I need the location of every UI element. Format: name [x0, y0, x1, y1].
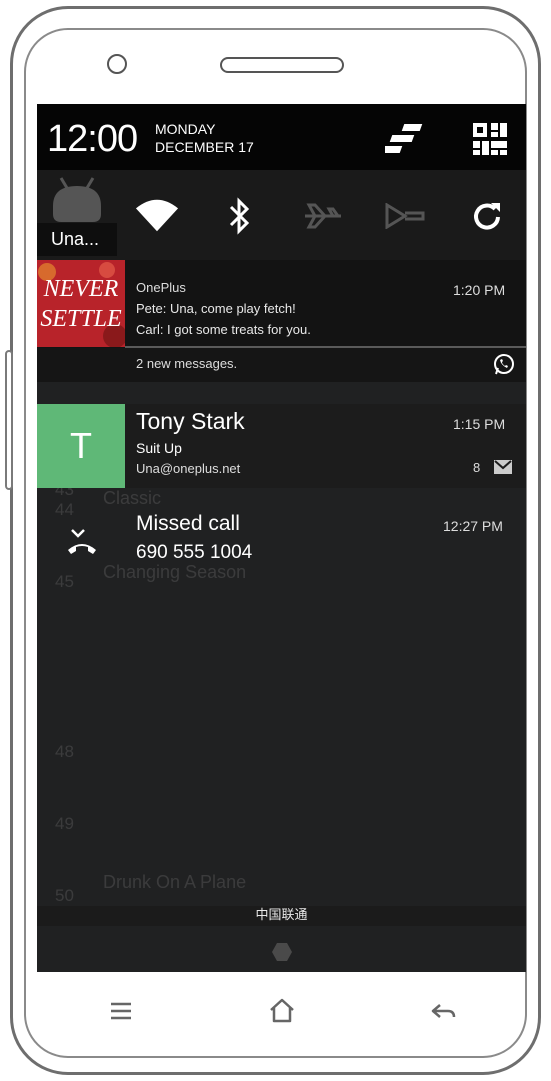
grid-icon[interactable] [472, 122, 508, 156]
message-line-2: Carl: I got some treats for you. [136, 322, 311, 337]
whatsapp-icon [493, 353, 515, 375]
missed-call-icon [65, 526, 99, 558]
email-account: Una@oneplus.net [136, 461, 241, 476]
android-avatar-icon[interactable] [51, 176, 103, 226]
bluetooth-icon[interactable] [218, 194, 262, 238]
data-icon[interactable] [383, 194, 427, 238]
status-bar: 12:00 MONDAY DECEMBER 17 [37, 104, 526, 170]
track-number: 49 [55, 814, 74, 833]
image-text-settle: SETTLE [40, 306, 122, 332]
date-label: DECEMBER 17 [155, 139, 254, 155]
home-icon[interactable] [267, 996, 297, 1026]
back-icon[interactable] [428, 996, 458, 1026]
screen: 43 44 Classic 45 Changing Season 48 49 5… [37, 104, 526, 972]
missed-call-notification[interactable]: Missed call 690 555 1004 12:27 PM [37, 504, 526, 584]
user-badge[interactable]: Una... [37, 223, 117, 256]
list-item: 49 [37, 804, 526, 874]
rotate-icon[interactable] [465, 194, 509, 238]
email-subject: Suit Up [136, 440, 182, 456]
track-number: 50 [55, 886, 74, 905]
message-summary: 2 new messages. [136, 356, 238, 371]
message-notification[interactable]: NEVER SETTLE OnePlus Pete: Una, come pla… [37, 260, 526, 348]
track-title: Drunk On A Plane [103, 872, 247, 892]
message-summary-row[interactable]: 2 new messages. [37, 348, 526, 382]
wifi-icon[interactable] [135, 194, 179, 238]
front-camera [107, 54, 127, 74]
message-line-1: Pete: Una, come play fetch! [136, 301, 296, 316]
side-button[interactable] [5, 350, 13, 490]
avatar: T [37, 404, 125, 488]
notification-time: 12:27 PM [443, 518, 503, 534]
drag-handle-icon[interactable] [271, 942, 293, 962]
carrier-label: 中国联通 [37, 906, 526, 926]
list-item: 48 [37, 734, 526, 804]
unread-count: 8 [473, 460, 481, 475]
never-settle-image: NEVER SETTLE [37, 260, 125, 347]
clock: 12:00 [47, 118, 138, 160]
missed-call-title: Missed call [136, 512, 240, 535]
missed-call-number: 690 555 1004 [136, 542, 253, 563]
notification-app-name: OnePlus [136, 280, 186, 295]
notification-time: 1:15 PM [453, 416, 506, 432]
email-notification[interactable]: T Tony Stark Suit Up Una@oneplus.net 1:1… [37, 404, 526, 488]
weekday-label: MONDAY [155, 121, 216, 137]
earpiece-speaker [220, 57, 344, 73]
track-number: 48 [55, 742, 74, 761]
email-sender: Tony Stark [136, 408, 245, 434]
image-text-never: NEVER [43, 276, 119, 302]
mail-icon [494, 460, 512, 474]
airplane-icon[interactable] [301, 194, 345, 238]
quick-settings-toggle-icon[interactable] [381, 122, 429, 156]
menu-icon[interactable] [106, 996, 136, 1026]
notification-time: 1:20 PM [453, 282, 506, 298]
